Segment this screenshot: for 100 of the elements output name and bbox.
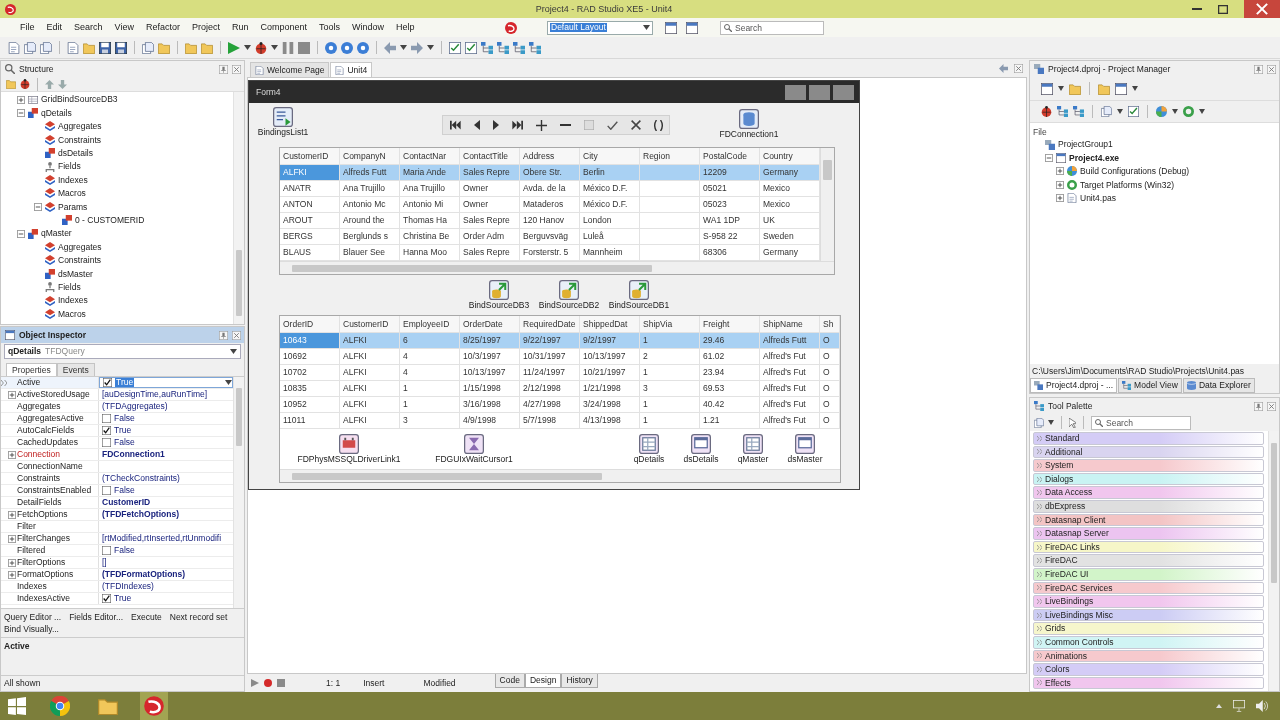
tree-item[interactable]: ProjectGroup1 (1058, 140, 1113, 149)
tree-item[interactable]: Macros (58, 309, 86, 319)
menu-item[interactable]: Component (254, 23, 313, 32)
palette-category[interactable]: Effects (1033, 676, 1264, 690)
property-row[interactable]: AggregatesActive False (1, 413, 233, 425)
close-icon[interactable] (1014, 64, 1023, 73)
stop-icon[interactable] (298, 41, 310, 54)
column-header[interactable]: Address (520, 148, 580, 164)
column-header[interactable]: PostalCode (700, 148, 760, 164)
editor-tab[interactable]: Welcome Page (250, 62, 330, 77)
tab[interactable]: Properties (6, 362, 57, 376)
calendar-tile-icon[interactable] (339, 434, 359, 454)
checklist-icon[interactable] (465, 41, 477, 54)
bug-icon[interactable] (255, 41, 267, 54)
diagram-icon[interactable] (481, 41, 493, 54)
palette-category[interactable]: Datasnap Client (1033, 513, 1264, 527)
tree-item[interactable]: Indexes (58, 296, 88, 305)
expand-icon[interactable] (8, 570, 16, 579)
data-grid[interactable] (279, 315, 841, 483)
property-row[interactable]: FilterOptions [] (1, 557, 233, 569)
palette-category[interactable]: Standard (1033, 432, 1264, 445)
checkbox[interactable] (102, 438, 111, 447)
speaker-icon[interactable] (1256, 700, 1268, 712)
property-row[interactable]: FilterChanges [rtModified,rtInserted,rtUnmodifi (1, 533, 233, 545)
tree-item[interactable]: Aggregates (58, 242, 102, 252)
logo-icon[interactable] (5, 3, 16, 15)
table-row[interactable]: 10702 ALFKI 4 10/13/1997 11/24/1997 10/21/1997 1 23.94 Alfred's Fut O (280, 365, 840, 381)
palette-category[interactable]: Grids (1033, 622, 1264, 635)
tree-item[interactable]: dsMaster (58, 269, 93, 278)
view-tab[interactable]: Code (494, 674, 525, 688)
record-icon[interactable] (264, 679, 272, 687)
diagram-icon[interactable] (1073, 106, 1084, 117)
tree-item[interactable]: Build Configurations (Debug) (1080, 167, 1190, 176)
table-row[interactable]: 10835 ALFKI 1 1/15/1998 2/12/1998 1/21/1998 3 69.53 Alfred's Fut O (280, 381, 840, 397)
palette-category[interactable]: Colors (1033, 663, 1264, 676)
palette-category[interactable]: Additional (1033, 445, 1264, 459)
pages-icon[interactable] (142, 41, 154, 54)
diagram-icon[interactable] (497, 41, 509, 54)
minus-icon[interactable] (559, 124, 571, 126)
tree-item[interactable]: Indexes (58, 175, 88, 185)
column-header[interactable]: ShipName (760, 316, 820, 332)
property-row[interactable]: Aggregates (TFDAggregates) (1, 401, 233, 413)
checklist-icon[interactable] (449, 41, 461, 54)
folder-icon[interactable] (1098, 82, 1110, 95)
action-link[interactable]: Fields Editor... (69, 613, 124, 622)
editor-tab[interactable]: Unit4 (330, 62, 373, 77)
expand-icon[interactable] (8, 450, 16, 459)
expand-icon[interactable] (8, 558, 16, 567)
diagram-icon[interactable] (1057, 106, 1068, 117)
caret-icon[interactable] (1172, 109, 1178, 114)
palette-category[interactable]: Dialogs (1033, 472, 1264, 486)
column-header[interactable]: City (580, 148, 640, 164)
pages-icon[interactable] (24, 41, 36, 54)
caret-icon[interactable] (1132, 86, 1138, 91)
close-icon[interactable] (1244, 0, 1280, 18)
logo-icon[interactable] (505, 21, 517, 34)
pin-icon[interactable] (1254, 64, 1263, 74)
tree-item[interactable]: 0 - CUSTOMERID (75, 215, 145, 225)
property-row[interactable]: FormatOptions (TFDFormatOptions) (1, 569, 233, 581)
scrollbar[interactable] (233, 92, 244, 324)
close-icon[interactable] (232, 330, 241, 340)
close-icon[interactable] (232, 64, 241, 74)
expand-icon[interactable] (1056, 194, 1064, 203)
menu-item[interactable]: Edit (40, 23, 69, 32)
tree-item[interactable]: Unit4.pas (1080, 194, 1116, 203)
table-row[interactable]: ANTON Antonio Mc Antonio Mi Owner Mataderos México D.F. 05023 Mexico (280, 197, 820, 213)
search-input[interactable]: Search (735, 22, 821, 33)
page-icon[interactable] (67, 41, 79, 54)
table-row[interactable]: 10952 ALFKI 1 3/16/1998 4/27/1998 3/24/1998 1 40.42 Alfred's Fut O (280, 397, 840, 413)
property-row[interactable]: CachedUpdates False (1, 437, 233, 449)
palette-category[interactable]: Datasnap Server (1033, 527, 1264, 540)
menu-item[interactable]: Help (390, 23, 421, 32)
action-link[interactable]: Bind Visually... (4, 624, 59, 633)
app-window-icon[interactable] (1041, 82, 1053, 95)
action-link[interactable]: Query Editor ... (4, 613, 62, 622)
caret-icon[interactable] (1058, 86, 1064, 91)
column-header[interactable]: OrderDate (460, 316, 520, 332)
menu-item[interactable]: Run (225, 23, 255, 32)
page-icon[interactable] (8, 41, 20, 54)
tree-item[interactable]: Target Platforms (Win32) (1080, 180, 1174, 190)
menu-item[interactable]: Search (68, 23, 109, 32)
caret-icon[interactable] (1199, 109, 1205, 114)
app-window-icon[interactable] (1115, 82, 1127, 95)
disc-icon[interactable] (325, 41, 337, 54)
pin-icon[interactable] (219, 330, 228, 340)
scrollbar[interactable] (1268, 431, 1279, 691)
tree-item[interactable]: Fields (58, 162, 81, 171)
caret-icon[interactable] (643, 25, 650, 30)
property-row[interactable]: AutoCalcFields True (1, 425, 233, 437)
left-arrow-icon[interactable] (999, 64, 1008, 73)
plus-icon[interactable] (535, 119, 547, 131)
property-row[interactable]: Indexes (TFDIndexes) (1, 581, 233, 593)
pages-icon[interactable] (40, 41, 52, 54)
menu-item[interactable]: Refactor (139, 23, 186, 32)
checkbox[interactable] (103, 378, 112, 387)
menu-item[interactable]: Window (346, 23, 391, 32)
tree-item[interactable]: Constraints (58, 135, 101, 145)
list-tile-icon[interactable] (273, 107, 293, 127)
tree-item[interactable]: Fields (58, 282, 81, 292)
property-row[interactable]: Constraints (TCheckConstraints) (1, 473, 233, 485)
